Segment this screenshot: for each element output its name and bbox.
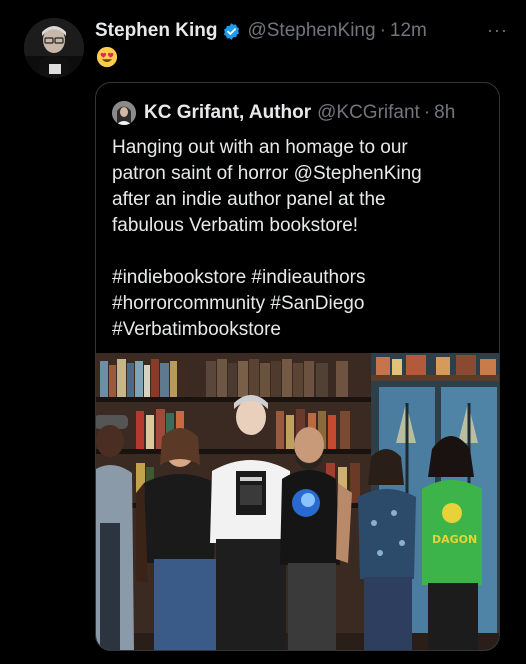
quoted-tweet-card[interactable]: KC Grifant, Author @KCGrifant · 8h Hangi… bbox=[95, 82, 500, 651]
separator-dot: · bbox=[379, 20, 386, 41]
shirt-text: DAGON bbox=[432, 533, 477, 546]
tweet-timestamp[interactable]: 12m bbox=[390, 20, 427, 42]
author-avatar-image bbox=[24, 18, 84, 78]
attached-photo[interactable]: DAGON bbox=[96, 353, 499, 650]
quoted-author-avatar-image bbox=[112, 101, 136, 125]
heart-eyes-emoji-icon bbox=[96, 46, 118, 68]
bookstore-group-photo: DAGON bbox=[96, 353, 499, 650]
quoted-author-handle[interactable]: @KCGrifant bbox=[317, 102, 420, 124]
quoted-separator-dot: · bbox=[423, 102, 431, 123]
text-line-blank bbox=[112, 239, 492, 265]
hashtag-line[interactable]: #Verbatimbookstore bbox=[112, 317, 492, 343]
hashtag-line[interactable]: #horrorcommunity #SanDiego bbox=[112, 291, 492, 317]
quoted-tweet-text: Hanging out with an homage to our patron… bbox=[112, 135, 492, 343]
more-options-icon[interactable]: ··· bbox=[487, 20, 508, 41]
quoted-tweet-timestamp[interactable]: 8h bbox=[434, 102, 455, 124]
hashtag-line[interactable]: #indiebookstore #indieauthors bbox=[112, 265, 492, 291]
verified-badge-icon bbox=[222, 22, 241, 41]
quoted-author-name[interactable]: KC Grifant, Author bbox=[144, 102, 311, 124]
quoted-author-avatar[interactable] bbox=[112, 101, 136, 125]
author-name[interactable]: Stephen King bbox=[95, 20, 217, 42]
author-handle[interactable]: @StephenKing bbox=[247, 20, 375, 42]
author-avatar[interactable] bbox=[24, 18, 84, 78]
text-line: after an indie author panel at the bbox=[112, 189, 386, 210]
text-line: fabulous Verbatim bookstore! bbox=[112, 215, 359, 236]
tweet-header: Stephen King @StephenKing · 12m bbox=[95, 18, 510, 44]
quoted-tweet-header: KC Grifant, Author @KCGrifant · 8h bbox=[112, 99, 455, 127]
text-line: Hanging out with an homage to our bbox=[112, 137, 408, 158]
text-line: patron saint of horror @StephenKing bbox=[112, 163, 422, 184]
